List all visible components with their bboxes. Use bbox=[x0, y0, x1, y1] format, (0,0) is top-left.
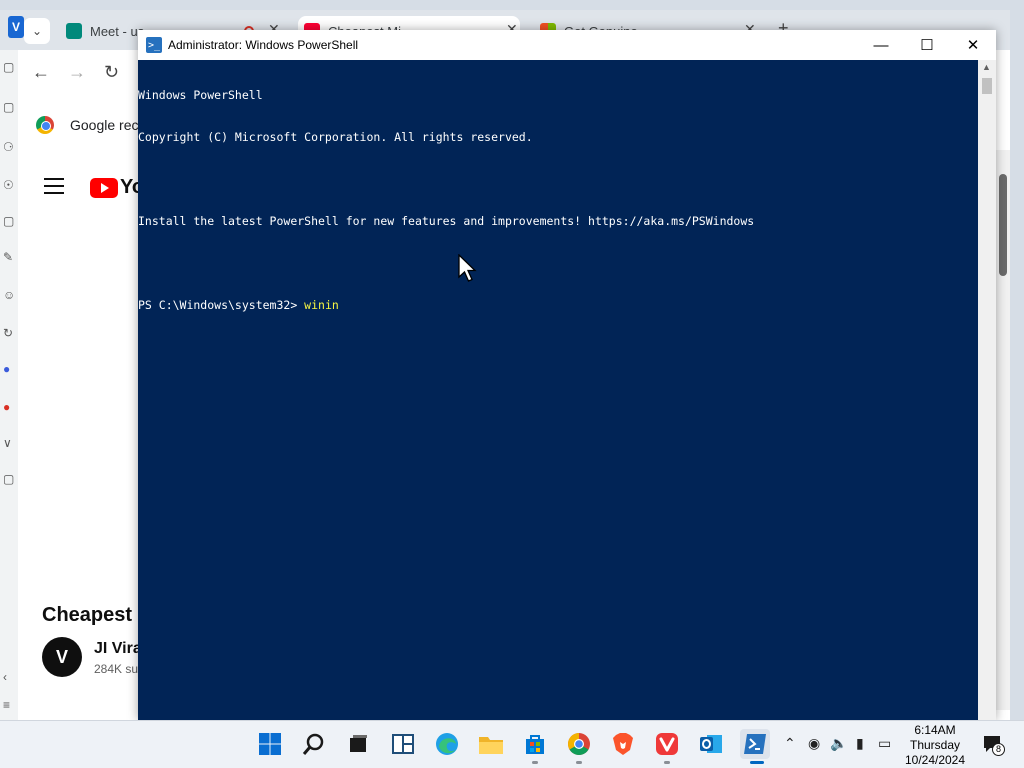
file-explorer-icon[interactable] bbox=[478, 731, 504, 757]
scrollbar-thumb[interactable] bbox=[982, 78, 992, 94]
camera-icon[interactable]: ◉ bbox=[808, 735, 820, 752]
windows-logo-icon bbox=[259, 733, 281, 755]
reload-button[interactable]: ↻ bbox=[104, 62, 119, 83]
window-title: Administrator: Windows PowerShell bbox=[168, 38, 359, 52]
side-panel-icon[interactable]: ☺ bbox=[3, 288, 15, 302]
brave-icon[interactable] bbox=[610, 731, 636, 757]
side-panel-icon[interactable]: ● bbox=[3, 362, 15, 376]
browser-scrollbar[interactable] bbox=[996, 150, 1010, 710]
running-indicator bbox=[532, 761, 538, 764]
powershell-icon: >_ bbox=[146, 37, 162, 53]
tab-search-button[interactable]: ⌄ bbox=[24, 18, 50, 44]
youtube-logo[interactable]: Yo bbox=[90, 176, 144, 199]
close-button[interactable]: ✕ bbox=[950, 30, 996, 60]
prompt-text: PS C:\Windows\system32> bbox=[138, 298, 305, 312]
address-bar[interactable]: Google reco bbox=[36, 116, 146, 134]
clock-day: Thursday bbox=[909, 738, 961, 752]
side-panel-icon[interactable]: ▢ bbox=[3, 60, 15, 74]
channel-avatar[interactable]: V bbox=[42, 637, 82, 677]
start-button[interactable] bbox=[257, 731, 283, 757]
side-panel-icon[interactable]: ● bbox=[3, 400, 15, 414]
outlook-icon[interactable] bbox=[698, 731, 724, 757]
console-output[interactable]: Windows PowerShell Copyright (C) Microso… bbox=[138, 60, 978, 720]
running-indicator bbox=[576, 761, 582, 764]
side-panel-icon[interactable]: ⚆ bbox=[3, 140, 15, 154]
side-panel-icon[interactable]: ∨ bbox=[3, 436, 15, 450]
side-panel-icon[interactable]: ▢ bbox=[3, 100, 15, 114]
active-indicator bbox=[750, 761, 764, 764]
chrome-icon[interactable] bbox=[566, 731, 592, 757]
notification-center-button[interactable]: 8 bbox=[982, 733, 1005, 756]
microphone-icon[interactable]: ▮ bbox=[856, 735, 864, 752]
store-icon[interactable] bbox=[522, 731, 548, 757]
side-panel-icon[interactable]: ▢ bbox=[3, 472, 15, 486]
browser-profile-icon[interactable]: V bbox=[8, 16, 24, 38]
taskbar: ⌃ ◉ 🔈 ▮ ▭ 6:14AM Thursday 10/24/2024 8 bbox=[0, 720, 1024, 768]
side-panel-icon[interactable]: ▢ bbox=[3, 214, 15, 228]
forward-button[interactable]: → bbox=[68, 62, 86, 83]
window-titlebar[interactable]: >_ Administrator: Windows PowerShell — ☐… bbox=[138, 30, 996, 60]
maximize-button[interactable]: ☐ bbox=[904, 30, 950, 60]
scroll-up-arrow-icon[interactable]: ▲ bbox=[982, 62, 991, 72]
typed-command[interactable]: winin bbox=[304, 298, 339, 312]
powershell-icon bbox=[744, 734, 766, 754]
network-icon[interactable]: ▭ bbox=[878, 735, 891, 752]
channel-subscriber-count: 284K su bbox=[94, 662, 139, 676]
search-icon[interactable] bbox=[301, 731, 327, 757]
browser-side-panel: ▢ ▢ ⚆ ☉ ▢ ✎ ☺ ↻ ● ● ∨ ▢ ‹ ≡ bbox=[0, 50, 18, 720]
youtube-play-icon bbox=[90, 177, 118, 198]
youtube-menu-button[interactable] bbox=[44, 178, 64, 199]
console-scrollbar[interactable]: ▲ bbox=[978, 60, 996, 720]
side-panel-icon[interactable]: ≡ bbox=[3, 698, 15, 712]
chevron-up-icon[interactable]: ⌃ bbox=[784, 735, 796, 752]
console-line: Copyright (C) Microsoft Corporation. All… bbox=[138, 130, 533, 144]
clock-date: 10/24/2024 bbox=[904, 753, 966, 767]
side-panel-icon[interactable]: ↻ bbox=[3, 326, 15, 340]
vivaldi-icon[interactable] bbox=[654, 731, 680, 757]
powershell-taskbar-button[interactable] bbox=[740, 729, 770, 759]
widgets-icon[interactable] bbox=[390, 731, 416, 757]
clock-time: 6:14AM bbox=[914, 723, 956, 737]
minimize-button[interactable]: — bbox=[858, 30, 904, 60]
address-bar-text: Google reco bbox=[70, 117, 147, 133]
side-panel-icon[interactable]: ☉ bbox=[3, 178, 15, 192]
back-button[interactable]: ← bbox=[32, 62, 50, 83]
side-panel-icon[interactable]: ✎ bbox=[3, 250, 15, 264]
channel-name[interactable]: JI Vira bbox=[94, 640, 142, 658]
console-line: Install the latest PowerShell for new fe… bbox=[138, 214, 755, 228]
meet-icon bbox=[66, 23, 82, 39]
mouse-cursor-icon bbox=[458, 254, 477, 282]
prompt-line[interactable]: PS C:\Windows\system32> winin bbox=[138, 298, 978, 312]
running-indicator bbox=[664, 761, 670, 764]
side-panel-icon[interactable]: ‹ bbox=[3, 670, 15, 684]
speaker-icon[interactable]: 🔈 bbox=[830, 735, 847, 752]
console-line: Windows PowerShell bbox=[138, 88, 263, 102]
system-clock[interactable]: 6:14AM Thursday 10/24/2024 bbox=[900, 723, 970, 768]
channel-avatar-text: V bbox=[55, 646, 68, 667]
notification-badge: 8 bbox=[992, 743, 1005, 756]
chrome-icon bbox=[36, 116, 54, 134]
task-view-icon[interactable] bbox=[345, 731, 371, 757]
edge-icon[interactable] bbox=[434, 731, 460, 757]
powershell-window[interactable]: >_ Administrator: Windows PowerShell — ☐… bbox=[138, 30, 996, 720]
scrollbar-thumb[interactable] bbox=[999, 174, 1007, 276]
